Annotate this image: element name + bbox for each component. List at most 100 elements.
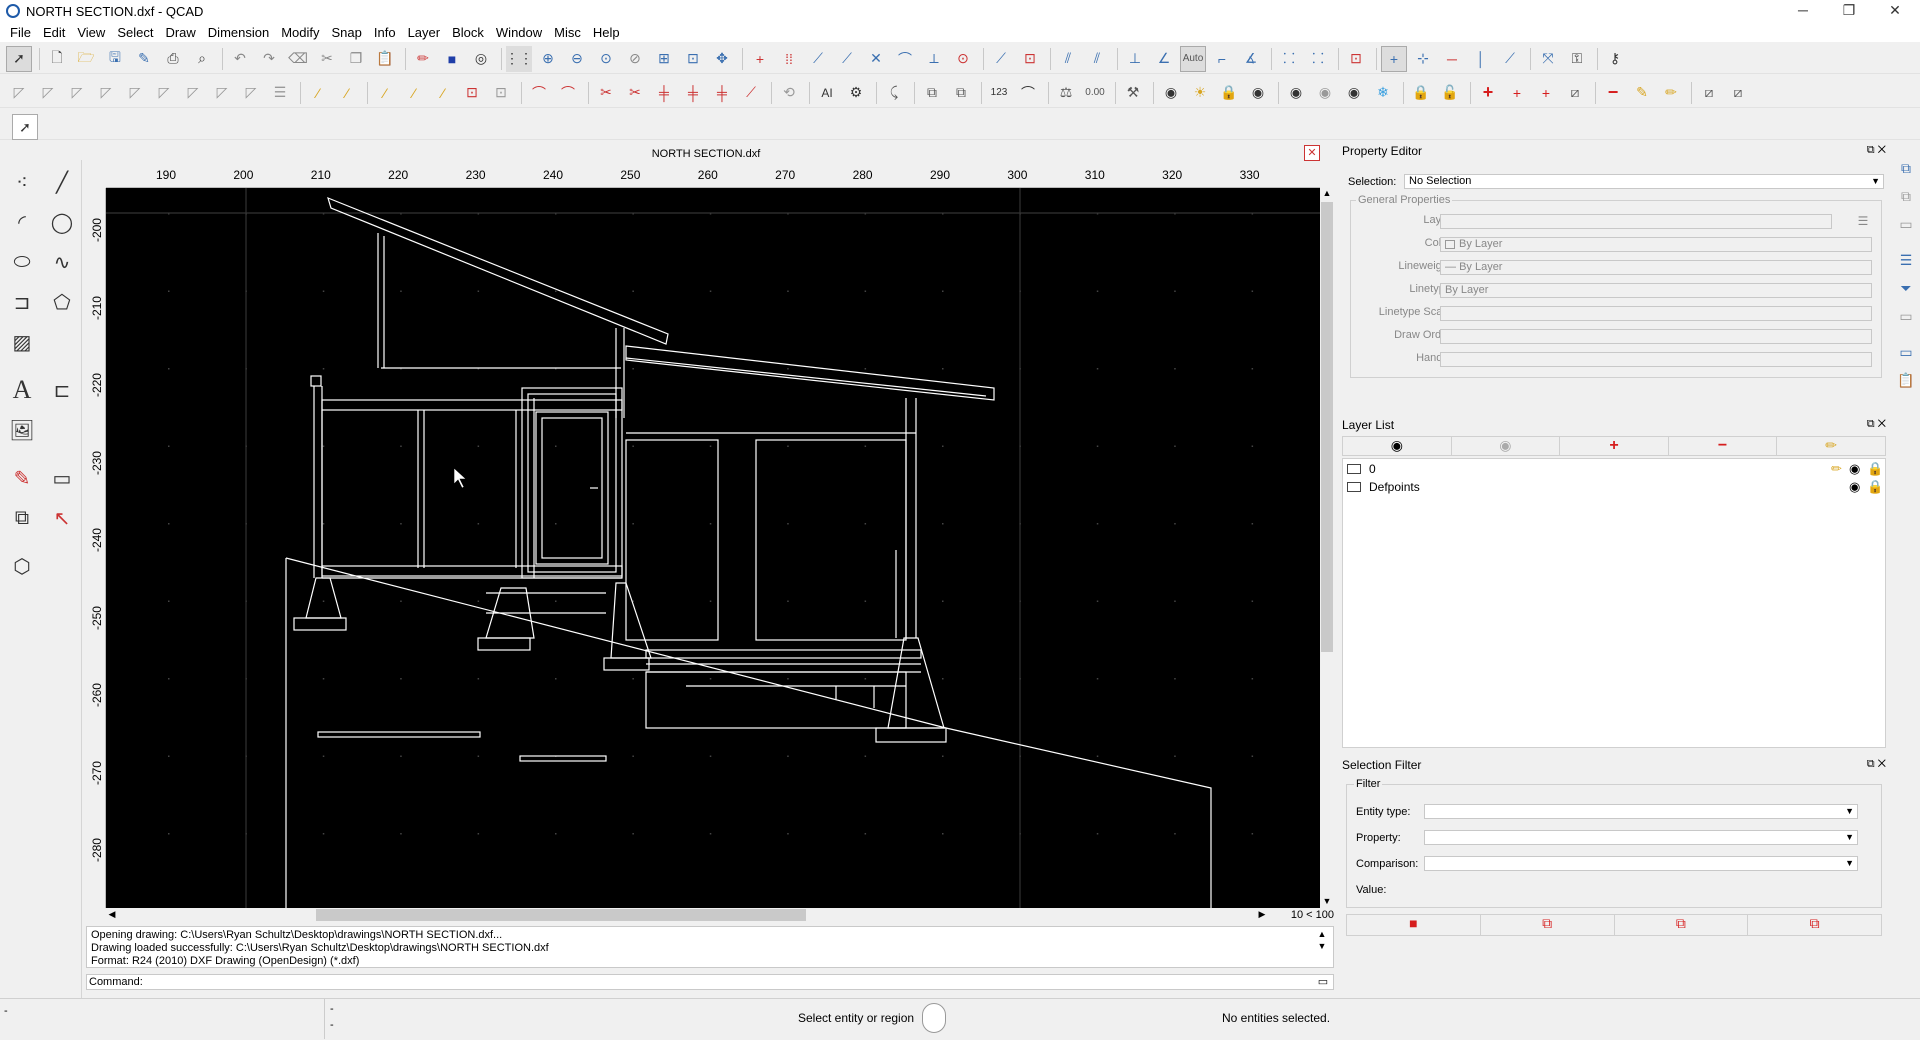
background-color-icon[interactable]: ■ xyxy=(439,46,465,72)
lock-layer-icon[interactable]: 🔒 xyxy=(1408,80,1434,106)
edit-layer-icon[interactable]: ✎ xyxy=(1629,80,1655,106)
text-edit-icon[interactable]: AI xyxy=(814,80,840,106)
snap-on-entity-icon[interactable]: ⊡ xyxy=(1017,46,1043,72)
snap-tangent-icon[interactable]: ⟋ xyxy=(988,46,1014,72)
round-icon[interactable]: ⁄ xyxy=(401,80,427,106)
view-list-toggle-icon[interactable]: ▭ xyxy=(1894,340,1918,364)
snap-restrict-icon[interactable]: ⊥ xyxy=(1122,46,1148,72)
hide-all-icon[interactable]: ◉ xyxy=(1312,80,1338,106)
break-icon[interactable]: ⊡ xyxy=(488,80,514,106)
print-icon[interactable]: ⎙ xyxy=(160,46,186,72)
snap-coordinate-icon[interactable]: ⊡ xyxy=(1343,46,1369,72)
zoom-in-icon[interactable]: ⊕ xyxy=(535,46,561,72)
selection-filter-toggle-icon[interactable]: ⏷ xyxy=(1894,276,1918,300)
menu-info[interactable]: Info xyxy=(368,25,402,40)
menu-window[interactable]: Window xyxy=(490,25,548,40)
trim-icon[interactable]: ◸ xyxy=(209,80,235,106)
new-file-icon[interactable]: 🗋 xyxy=(44,46,70,72)
block-list-toggle-icon[interactable]: ⧉ xyxy=(1894,184,1918,208)
restrict-angle-icon[interactable]: ∡ xyxy=(1238,46,1264,72)
select-tool-icon[interactable]: ↖ xyxy=(44,500,80,536)
vertical-scrollbar[interactable]: ▲ ▼ xyxy=(1320,188,1334,908)
select-pointer-icon[interactable]: ➚ xyxy=(6,45,32,72)
menu-snap[interactable]: Snap xyxy=(326,25,368,40)
hatch-tool-icon[interactable]: ▨ xyxy=(4,324,40,360)
library-toggle-icon[interactable]: ▭ xyxy=(1894,212,1918,236)
break-out-icon[interactable]: ╪ xyxy=(680,80,706,106)
extend-icon[interactable]: ╪ xyxy=(709,80,735,106)
filter-add-icon[interactable]: ⧉ xyxy=(1481,915,1615,935)
cut-icon[interactable]: ✂ xyxy=(314,46,340,72)
add-layer-button[interactable]: + xyxy=(1560,437,1669,455)
remove-layer-button[interactable]: − xyxy=(1669,437,1778,455)
scroll-right-icon[interactable]: ▶ xyxy=(1256,909,1268,921)
snap-tool-icon[interactable]: ⤧ xyxy=(1535,46,1561,72)
menu-block[interactable]: Block xyxy=(446,25,490,40)
show-all-icon[interactable]: ◉ xyxy=(1283,80,1309,106)
zoom-out-icon[interactable]: ⊖ xyxy=(564,46,590,72)
offset-through-icon[interactable]: ⁄ xyxy=(334,80,360,106)
zoom-window-icon[interactable]: ⊞ xyxy=(651,46,677,72)
lock-relative-zero-icon[interactable]: ⸬ xyxy=(1305,46,1331,72)
restrict-nothing-icon[interactable]: + xyxy=(1381,45,1407,72)
rotate-icon[interactable]: ◸ xyxy=(64,80,90,106)
restrict-vertical-icon[interactable]: │ xyxy=(1468,46,1494,72)
point-tool-icon[interactable]: ⁖ xyxy=(4,164,40,200)
menu-dimension[interactable]: Dimension xyxy=(202,25,275,40)
close-window-button[interactable]: ✕ xyxy=(1872,0,1918,22)
drawing-canvas[interactable] xyxy=(106,188,1320,908)
layer-lock-icon[interactable]: 🔒 xyxy=(1867,479,1883,495)
restrict-free-icon[interactable]: ⟋ xyxy=(1497,46,1523,72)
scroll-left-icon[interactable]: ◀ xyxy=(106,909,118,921)
menu-view[interactable]: View xyxy=(71,25,111,40)
save-icon[interactable]: 🖫 xyxy=(102,46,128,72)
entity-type-dropdown[interactable]: ▼ xyxy=(1424,804,1858,819)
lock-icon[interactable]: 🔒 xyxy=(1216,80,1242,106)
comparison-dropdown[interactable]: ▼ xyxy=(1424,856,1858,871)
properties-icon[interactable]: ⚙ xyxy=(843,80,869,106)
spline-tool-icon[interactable]: ∿ xyxy=(44,244,80,280)
set-relative-zero-icon[interactable]: ⸬ xyxy=(1276,46,1302,72)
arc-tool-icon[interactable]: ◜ xyxy=(4,204,40,240)
zoom-selection-icon[interactable]: ⊡ xyxy=(680,46,706,72)
fillet-icon[interactable]: ⌒ xyxy=(526,80,552,106)
snap-reference-icon[interactable]: ⌒ xyxy=(892,46,918,72)
edit-layer-button[interactable]: ✏ xyxy=(1777,437,1885,455)
lengthen-icon[interactable]: ⁄ xyxy=(430,80,456,106)
sun-icon[interactable]: ☀ xyxy=(1187,80,1213,106)
vertical-scroll-thumb[interactable] xyxy=(1321,202,1333,652)
measure-icon[interactable]: ⚖ xyxy=(1053,80,1079,106)
draw-order-back-icon[interactable]: ⧉ xyxy=(948,80,974,106)
menu-help[interactable]: Help xyxy=(587,25,626,40)
block-tool-icon[interactable]: ⧉ xyxy=(4,500,40,536)
restrict-orthogonal-icon[interactable]: ⌐ xyxy=(1209,46,1235,72)
menu-edit[interactable]: Edit xyxy=(37,25,71,40)
property-editor-toggle-icon[interactable]: ⧉ xyxy=(1894,156,1918,180)
filter-select-icon[interactable]: ■ xyxy=(1347,915,1481,935)
ellipse-tool-icon[interactable]: ⬭ xyxy=(4,244,40,280)
zoom-previous-icon[interactable]: ⊘ xyxy=(622,46,648,72)
restrict-horizontal-icon[interactable]: ⊹ xyxy=(1410,46,1436,72)
console-toggle-icon[interactable]: ▭ xyxy=(1316,975,1330,989)
eye-hide-icon[interactable]: ◉ xyxy=(1158,80,1184,106)
command-line-toggle-icon[interactable]: ▭ xyxy=(1894,304,1918,328)
chamfer-icon[interactable]: ⌒ xyxy=(555,80,581,106)
edit-layer-pencil-icon[interactable]: ✏ xyxy=(1658,80,1684,106)
layer-visible-icon[interactable]: ◉ xyxy=(1849,479,1860,495)
snap-perpendicular-icon[interactable]: ⟂ xyxy=(921,46,947,72)
handle-field[interactable] xyxy=(1440,352,1872,367)
menu-misc[interactable]: Misc xyxy=(548,25,587,40)
close-drawing-button[interactable]: ✕ xyxy=(1304,145,1320,161)
dimension-tool-icon[interactable]: ⊏ xyxy=(44,372,80,408)
restrict-vertical-line-icon[interactable]: ─ xyxy=(1439,46,1465,72)
scroll-down-icon[interactable]: ▼ xyxy=(1321,896,1333,908)
command-line-input[interactable]: Command: xyxy=(86,974,1334,990)
key-icon[interactable]: ⚿ xyxy=(1564,46,1590,72)
move-copy-icon[interactable]: ◸ xyxy=(35,80,61,106)
align-icon[interactable]: ☰ xyxy=(267,80,293,106)
snap-angle-icon[interactable]: ∠ xyxy=(1151,46,1177,72)
grid-icon[interactable]: ⋮⋮ xyxy=(505,45,533,72)
divide-icon[interactable]: ✂ xyxy=(622,80,648,106)
snap-intersection-icon[interactable]: ✕ xyxy=(863,46,889,72)
measure-tool-icon[interactable]: ▭ xyxy=(44,460,80,496)
